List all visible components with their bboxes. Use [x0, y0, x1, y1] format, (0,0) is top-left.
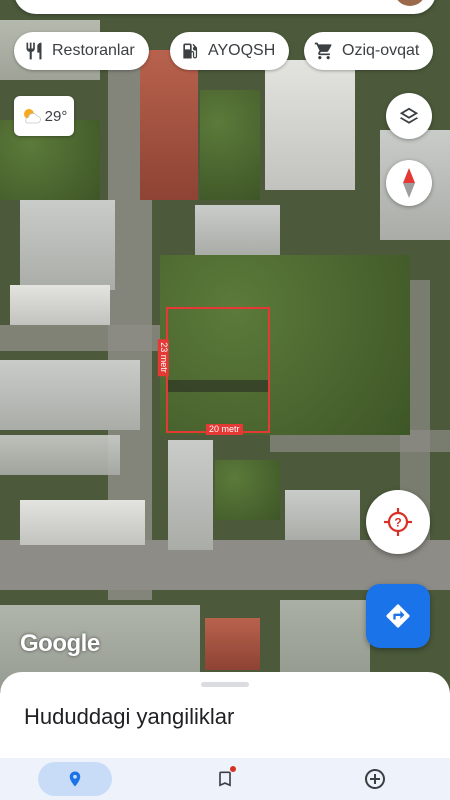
- nav-active-indicator: [38, 762, 112, 796]
- chip-label: Restoranlar: [52, 42, 135, 59]
- map-road: [0, 325, 160, 351]
- compass-button[interactable]: [386, 160, 432, 206]
- restaurant-icon: [26, 42, 42, 60]
- bottom-sheet[interactable]: Hududdagi yangiliklar: [0, 672, 450, 758]
- map-building: [205, 618, 260, 670]
- map-building: [0, 435, 120, 475]
- layers-icon: [399, 107, 419, 124]
- measurement-rectangle: [166, 307, 270, 433]
- weather-temp: 29°: [44, 107, 68, 125]
- compass-icon: [403, 168, 415, 198]
- google-logo: Google: [20, 630, 100, 657]
- map-building: [195, 205, 280, 255]
- map-building: [10, 285, 110, 325]
- map-building: [20, 200, 115, 290]
- chip-label: AYOQSH: [208, 42, 276, 59]
- map-building: [20, 500, 145, 545]
- chip-label: Oziq-ovqat: [342, 42, 420, 59]
- add-circle-icon: [365, 769, 385, 789]
- location-question-icon: ?: [384, 508, 412, 536]
- directions-icon: [386, 604, 410, 628]
- sheet-title: Hududdagi yangiliklar: [24, 704, 235, 729]
- map-garden: [200, 90, 260, 200]
- sheet-drag-handle[interactable]: [201, 682, 249, 687]
- nav-explore[interactable]: [0, 758, 150, 800]
- bottom-navigation: [0, 758, 450, 800]
- map-garden: [215, 460, 280, 520]
- map-building: [285, 490, 360, 540]
- partly-sunny-icon: [23, 109, 41, 124]
- map-building: [265, 60, 355, 190]
- layers-button[interactable]: [386, 93, 432, 139]
- map-building: [168, 440, 213, 550]
- map-building: [0, 360, 140, 430]
- measurement-height-label: 23 metr: [157, 339, 169, 376]
- my-location-button[interactable]: ?: [366, 490, 430, 554]
- chip-groceries[interactable]: Oziq-ovqat: [304, 32, 434, 70]
- measurement-width-label: 20 metr: [206, 424, 243, 435]
- gas-station-icon: [183, 43, 198, 59]
- map-building: [140, 50, 198, 200]
- nav-contribute[interactable]: [300, 758, 450, 800]
- avatar[interactable]: [394, 0, 426, 6]
- chip-gas-stations[interactable]: AYOQSH: [170, 32, 290, 70]
- nav-saved[interactable]: [150, 758, 300, 800]
- search-bar[interactable]: [14, 0, 436, 14]
- notification-badge: [230, 766, 236, 772]
- directions-button[interactable]: [366, 584, 430, 648]
- chip-restaurants[interactable]: Restoranlar: [14, 32, 149, 70]
- weather-badge[interactable]: 29°: [14, 96, 74, 136]
- svg-text:?: ?: [394, 516, 401, 530]
- location-pin-icon: [69, 771, 81, 787]
- shopping-cart-icon: [314, 42, 332, 60]
